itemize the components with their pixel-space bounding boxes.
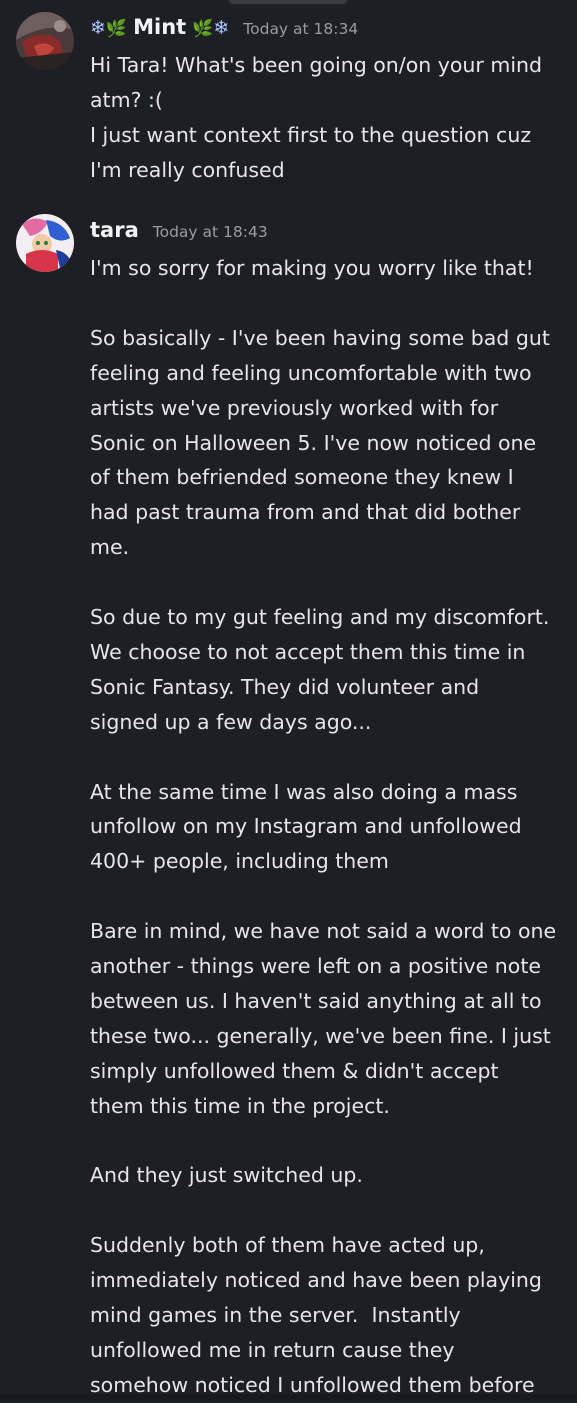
username[interactable]: tara	[90, 218, 139, 242]
snowflake-icon: ❄	[213, 17, 229, 39]
avatar-image-icon	[16, 214, 74, 272]
top-handle	[228, 0, 348, 4]
avatar[interactable]	[16, 12, 74, 70]
leaf-icon: 🌿	[192, 19, 213, 39]
message-header: ❄ 🌿 Mint 🌿 ❄ Today at 18:34	[90, 15, 358, 39]
message-paragraph: Bare in mind, we have not said a word to…	[90, 914, 568, 1123]
message-paragraph: I just want context first to the questio…	[90, 118, 568, 188]
username[interactable]: Mint	[133, 15, 186, 39]
leaf-icon: 🌿	[106, 19, 127, 39]
avatar[interactable]	[16, 214, 74, 272]
timestamp: Today at 18:43	[153, 223, 268, 241]
snowflake-icon: ❄	[90, 17, 106, 39]
message-paragraph: Suddenly both of them have acted up, imm…	[90, 1228, 568, 1403]
message-paragraph: So due to my gut feeling and my discomfo…	[90, 600, 568, 740]
avatar-image-icon	[16, 12, 74, 70]
message-paragraph: So basically - I've been having some bad…	[90, 321, 568, 565]
bottom-edge	[0, 1394, 577, 1400]
timestamp: Today at 18:34	[243, 20, 358, 38]
message-paragraph: And they just switched up.	[90, 1158, 568, 1193]
message-paragraph: At the same time I was also doing a mass…	[90, 775, 568, 880]
message-header: tara Today at 18:43	[90, 218, 268, 242]
message-paragraph: I'm so sorry for making you worry like t…	[90, 251, 568, 286]
message-content: Hi Tara! What's been going on/on your mi…	[90, 48, 568, 188]
message-paragraph: Hi Tara! What's been going on/on your mi…	[90, 48, 568, 118]
message-content: I'm so sorry for making you worry like t…	[90, 251, 568, 1403]
